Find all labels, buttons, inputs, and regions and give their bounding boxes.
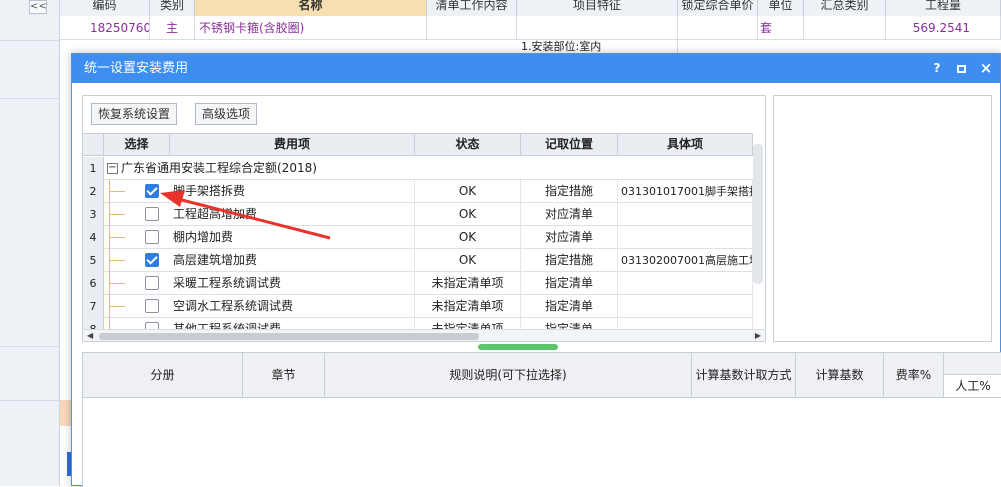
arrow-head (160, 190, 185, 207)
annotation-arrow (160, 190, 331, 240)
arrow-shaft (177, 197, 331, 240)
